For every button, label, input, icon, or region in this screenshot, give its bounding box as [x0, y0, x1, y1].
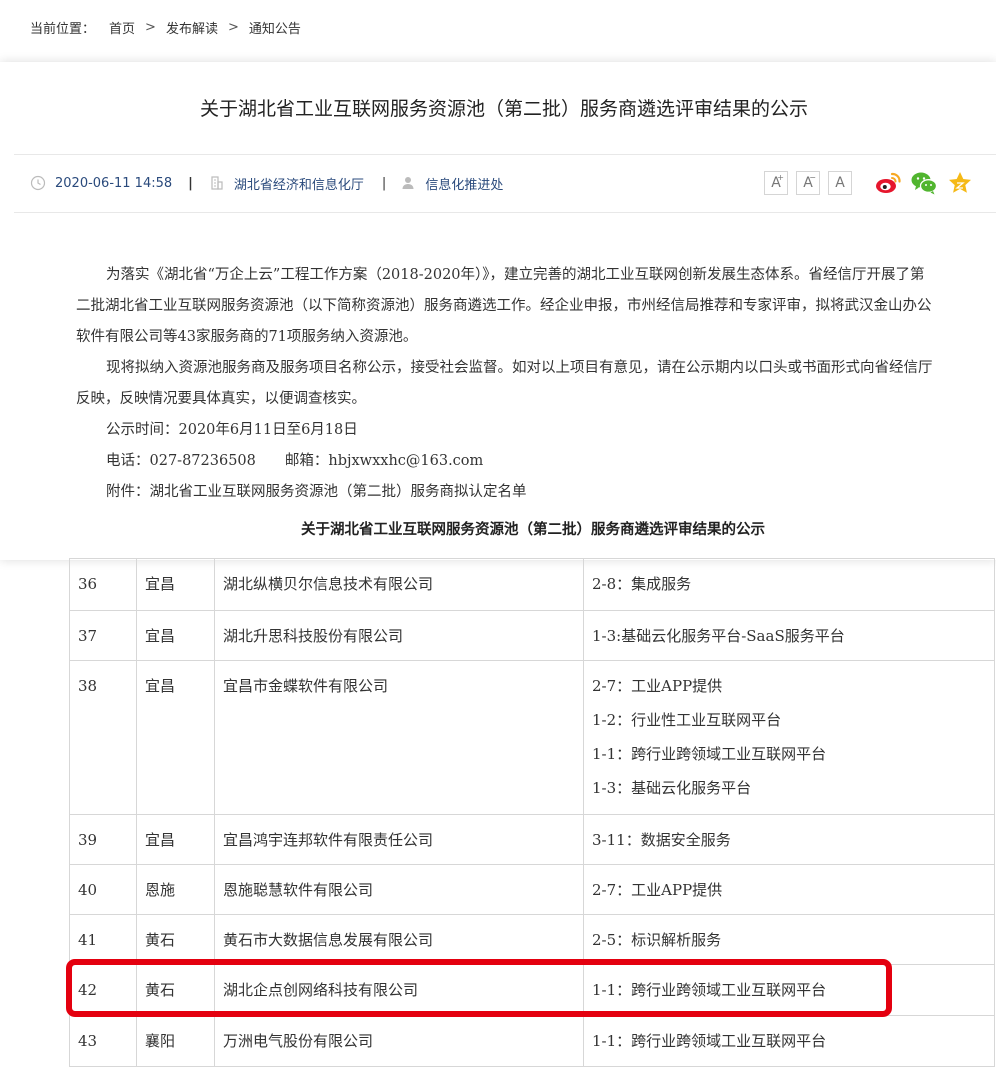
body-paragraph: 现将拟纳入资源池服务商及服务项目名称公示，接受社会监督。如对以上项目有意见，请在…: [76, 360, 933, 407]
breadcrumb-notice-link[interactable]: 通知公告: [249, 18, 301, 37]
notice-period: 公示时间：2020年6月11日至6月18日: [106, 422, 358, 438]
service-item: 2-5：标识解析服务: [592, 931, 722, 949]
highlight-box: [66, 959, 892, 1017]
favorite-star-icon[interactable]: [946, 169, 974, 197]
services-cell: 1-3:基础云化服务平台-SaaS服务平台: [583, 610, 995, 661]
company-cell: 宜昌市金蝶软件有限公司: [214, 660, 584, 815]
article-title: 关于湖北省工业互联网服务资源池（第二批）服务商遴选评审结果的公示: [199, 98, 808, 120]
row-number-cell: 40: [69, 864, 137, 915]
service-item: 1-2：行业性工业互联网平台: [592, 711, 782, 729]
company-cell: 黄石市大数据信息发展有限公司: [214, 914, 584, 965]
company-cell: 万洲电气股份有限公司: [214, 1015, 584, 1067]
services-cell: 3-11：数据安全服务: [583, 814, 995, 865]
table-row: 37 宜昌 湖北升思科技股份有限公司 1-3:基础云化服务平台-SaaS服务平台: [69, 610, 995, 661]
meta-separator: |: [381, 175, 387, 191]
breadcrumb-release-link[interactable]: 发布解读: [166, 18, 218, 37]
table-title: 关于湖北省工业互联网服务资源池（第二批）服务商遴选评审结果的公示: [301, 522, 765, 538]
services-cell: 2-7：工业APP提供: [583, 864, 995, 915]
company-cell: 湖北纵横贝尔信息技术有限公司: [214, 558, 584, 611]
service-item: 1-1：跨行业跨领域工业互联网平台: [592, 745, 827, 763]
contact-info: 电话：027-87236508 邮箱：hbjxwxxhc@163.com: [106, 453, 484, 469]
department: 信息化推进处: [425, 177, 504, 193]
clock-icon: [30, 175, 46, 191]
breadcrumb-separator: >: [227, 19, 239, 35]
city-cell: 黄石: [136, 914, 215, 965]
divider: [14, 154, 996, 155]
services-cell: 1-1：跨行业跨领域工业互联网平台: [583, 1015, 995, 1067]
service-item: 3-11：数据安全服务: [592, 831, 731, 849]
city-cell: 宜昌: [136, 610, 215, 661]
table-row: 36 宜昌 湖北纵横贝尔信息技术有限公司 2-8：集成服务: [69, 558, 995, 611]
font-size-controls: A + A − A: [764, 171, 860, 195]
row-number-cell: 36: [69, 558, 137, 611]
service-item: 2-7：工业APP提供: [592, 677, 723, 695]
article-body: 为落实《湖北省“万企上云”工程工作方案（2018-2020年）》，建立完善的湖北…: [76, 260, 936, 508]
user-icon: [400, 175, 416, 191]
table-row: 41 黄石 黄石市大数据信息发展有限公司 2-5：标识解析服务: [69, 914, 995, 965]
city-cell: 襄阳: [136, 1015, 215, 1067]
meta-separator: |: [188, 175, 193, 191]
table-row: 43 襄阳 万洲电气股份有限公司 1-1：跨行业跨领域工业互联网平台: [69, 1015, 995, 1067]
share-buttons: [874, 169, 982, 197]
city-cell: 宜昌: [136, 660, 215, 815]
city-cell: 恩施: [136, 864, 215, 915]
building-icon: [209, 175, 225, 191]
service-item: 1-3：基础云化服务平台: [592, 779, 752, 797]
company-cell: 宜昌鸿宇连邦软件有限责任公司: [214, 814, 584, 865]
font-increase-button[interactable]: A +: [764, 171, 788, 195]
service-item: 2-7：工业APP提供: [592, 881, 723, 899]
publisher: 湖北省经济和信息化厅: [233, 177, 364, 193]
table-row: 40 恩施 恩施聪慧软件有限公司 2-7：工业APP提供: [69, 864, 995, 915]
breadcrumb-separator: >: [145, 19, 156, 35]
article-card: 关于湖北省工业互联网服务资源池（第二批）服务商遴选评审结果的公示 2020-06…: [0, 62, 996, 560]
publish-datetime: 2020-06-11 14:58: [55, 175, 173, 191]
row-number-cell: 43: [69, 1015, 137, 1067]
weibo-icon[interactable]: [874, 169, 902, 197]
row-number-cell: 39: [69, 814, 137, 865]
service-item: 2-8：集成服务: [592, 575, 692, 593]
article-meta: 2020-06-11 14:58 | 湖北省经济和信息化厅 | 信息化推进处: [30, 171, 503, 195]
wechat-icon[interactable]: [910, 169, 938, 197]
attachment-link[interactable]: 附件：湖北省工业互联网服务资源池（第二批）服务商拟认定名单: [76, 477, 936, 508]
company-cell: 湖北升思科技股份有限公司: [214, 610, 584, 661]
table-row: 38 宜昌 宜昌市金蝶软件有限公司 2-7：工业APP提供 1-2：行业性工业互联网平台…: [69, 660, 995, 815]
row-number-cell: 38: [69, 660, 137, 815]
service-item: 1-3:基础云化服务平台-SaaS服务平台: [592, 627, 845, 645]
city-cell: 宜昌: [136, 558, 215, 611]
body-paragraph: 为落实《湖北省“万企上云”工程工作方案（2018-2020年）》，建立完善的湖北…: [76, 267, 932, 345]
breadcrumb-label: 当前位置：: [30, 21, 96, 37]
service-item: 1-1：跨行业跨领域工业互联网平台: [592, 1032, 827, 1050]
font-decrease-button[interactable]: A −: [796, 171, 820, 195]
row-number-cell: 37: [69, 610, 137, 661]
services-cell: 2-7：工业APP提供 1-2：行业性工业互联网平台 1-1：跨行业跨领域工业互联网…: [583, 660, 995, 815]
table-row: 39 宜昌 宜昌鸿宇连邦软件有限责任公司 3-11：数据安全服务: [69, 814, 995, 865]
services-cell: 2-5：标识解析服务: [583, 914, 995, 965]
divider: [14, 212, 996, 213]
breadcrumb-home-link[interactable]: 首页: [109, 18, 135, 37]
services-cell: 2-8：集成服务: [583, 558, 995, 611]
city-cell: 宜昌: [136, 814, 215, 865]
company-cell: 恩施聪慧软件有限公司: [214, 864, 584, 915]
font-reset-button[interactable]: A: [828, 171, 852, 195]
breadcrumb: 当前位置： 首页 > 发布解读 > 通知公告: [30, 17, 301, 37]
row-number-cell: 41: [69, 914, 137, 965]
